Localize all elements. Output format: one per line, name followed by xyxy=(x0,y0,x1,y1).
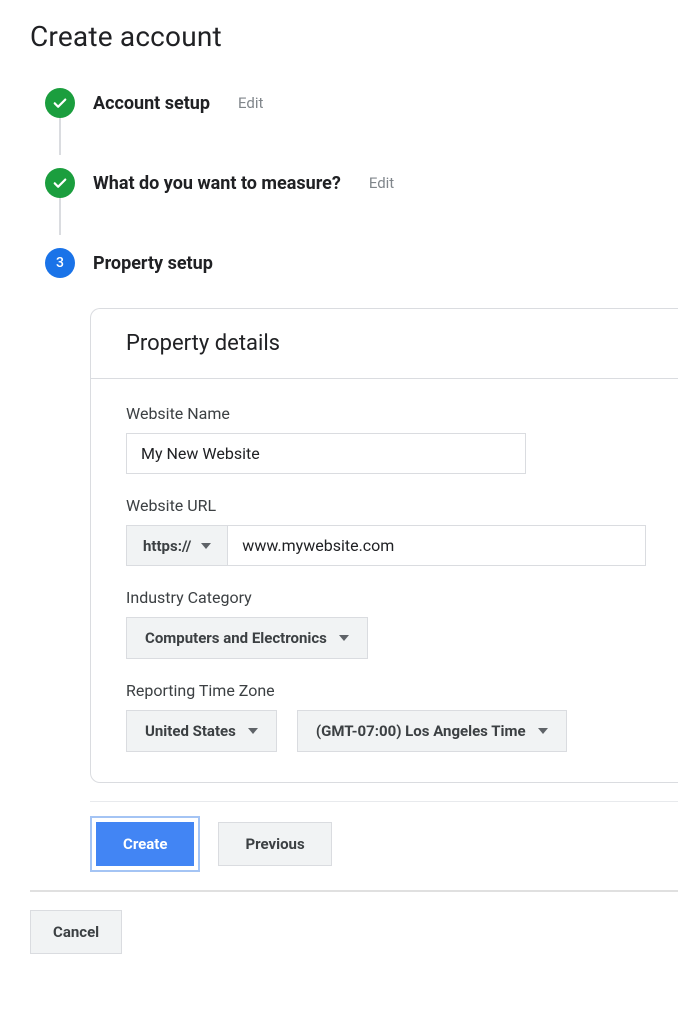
caret-down-icon xyxy=(538,728,548,734)
edit-link[interactable]: Edit xyxy=(238,94,263,112)
country-value: United States xyxy=(145,722,236,740)
step-label: What do you want to measure? xyxy=(93,173,341,194)
step-number-icon: 3 xyxy=(45,248,75,278)
website-url-input[interactable] xyxy=(227,525,646,566)
property-details-card: Property details Website Name Website UR… xyxy=(90,308,678,783)
website-name-input[interactable] xyxy=(126,433,526,474)
card-title: Property details xyxy=(91,309,678,379)
website-url-label: Website URL xyxy=(126,496,643,515)
create-button-focus-ring: Create xyxy=(90,816,200,872)
check-icon xyxy=(45,88,75,118)
timezone-group: Reporting Time Zone United States (GMT-0… xyxy=(126,681,643,752)
cancel-button[interactable]: Cancel xyxy=(30,910,122,954)
edit-link[interactable]: Edit xyxy=(369,174,394,192)
create-button[interactable]: Create xyxy=(96,822,194,866)
industry-value: Computers and Electronics xyxy=(145,629,327,647)
action-buttons: Create Previous xyxy=(90,801,678,890)
industry-select[interactable]: Computers and Electronics xyxy=(126,617,368,659)
stepper: Account setup Edit What do you want to m… xyxy=(30,83,678,283)
check-icon xyxy=(45,168,75,198)
website-name-label: Website Name xyxy=(126,404,643,423)
step-measure: What do you want to measure? Edit xyxy=(45,163,678,203)
step-label: Property setup xyxy=(93,253,213,274)
step-connector xyxy=(59,115,61,155)
website-name-group: Website Name xyxy=(126,404,643,474)
step-connector xyxy=(59,195,61,235)
step-account-setup: Account setup Edit xyxy=(45,83,678,123)
caret-down-icon xyxy=(339,635,349,641)
page-title: Create account xyxy=(30,20,678,53)
timezone-value: (GMT-07:00) Los Angeles Time xyxy=(316,722,526,740)
step-property-setup: 3 Property setup xyxy=(45,243,678,283)
caret-down-icon xyxy=(248,728,258,734)
timezone-select[interactable]: (GMT-07:00) Los Angeles Time xyxy=(297,710,567,752)
step-label: Account setup xyxy=(93,93,210,114)
caret-down-icon xyxy=(201,543,211,549)
website-url-group: Website URL https:// xyxy=(126,496,643,566)
bottom-bar: Cancel xyxy=(30,890,678,954)
timezone-label: Reporting Time Zone xyxy=(126,681,643,700)
previous-button[interactable]: Previous xyxy=(218,822,331,866)
industry-group: Industry Category Computers and Electron… xyxy=(126,588,643,659)
protocol-select[interactable]: https:// xyxy=(126,525,227,566)
protocol-value: https:// xyxy=(143,537,191,555)
country-select[interactable]: United States xyxy=(126,710,277,752)
industry-label: Industry Category xyxy=(126,588,643,607)
